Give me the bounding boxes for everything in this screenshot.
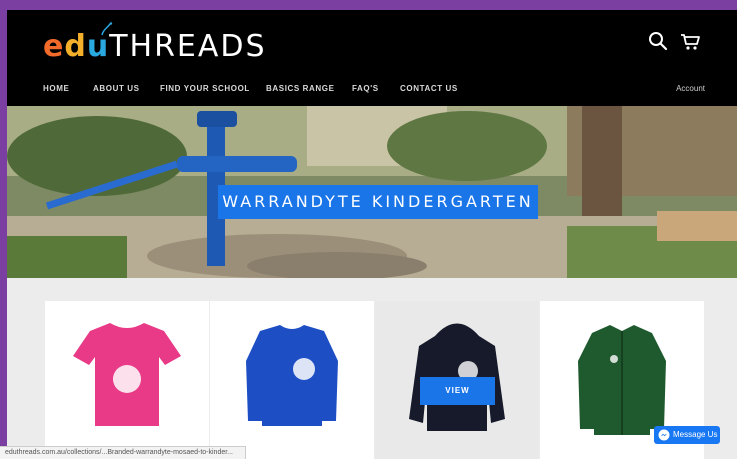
nav-item-about-us[interactable]: ABOUT US	[93, 84, 140, 93]
product-card-black-hoodie[interactable]: VIEW	[375, 301, 539, 459]
account-link[interactable]: Account	[676, 84, 705, 93]
status-bar-url: eduthreads.com.au/collections/...Branded…	[0, 446, 246, 459]
logo-letter-e: e	[43, 29, 65, 64]
logo-letter-d: d	[64, 29, 87, 64]
cart-icon	[681, 34, 700, 50]
hero-title: WARRANDYTE KINDERGARTEN	[218, 185, 538, 219]
messenger-icon	[658, 429, 670, 441]
messenger-chat-button[interactable]: Message Us	[654, 426, 720, 444]
product-grid: VIEW	[7, 278, 737, 459]
product-card-pink-tshirt[interactable]	[45, 301, 209, 459]
needle-thread-icon	[101, 22, 113, 36]
main-navigation: HOME ABOUT US FIND YOUR SCHOOL BASICS RA…	[7, 82, 737, 106]
site-header: eduTHREADS	[7, 10, 737, 82]
logo-text-threads: THREADS	[109, 29, 267, 64]
site-logo[interactable]: eduTHREADS	[43, 32, 267, 62]
pink-tshirt-image	[73, 323, 181, 426]
nav-item-basics-range[interactable]: BASICS RANGE	[266, 84, 335, 93]
hero-banner: WARRANDYTE KINDERGARTEN	[7, 106, 737, 278]
product-card-blue-jumper[interactable]	[210, 301, 374, 459]
nav-item-home[interactable]: HOME	[43, 84, 69, 93]
nav-item-faqs[interactable]: FAQ'S	[352, 84, 379, 93]
cart-button[interactable]	[679, 30, 701, 52]
nav-item-find-your-school[interactable]: FIND YOUR SCHOOL	[160, 84, 250, 93]
view-button[interactable]: VIEW	[420, 377, 495, 405]
search-button[interactable]	[647, 30, 669, 52]
page-frame: eduTHREADS HOME ABOUT US FIND YOUR SCHOO…	[7, 10, 737, 459]
nav-item-contact-us[interactable]: CONTACT US	[400, 84, 458, 93]
messenger-label: Message Us	[673, 430, 718, 439]
blue-jumper-image	[246, 325, 338, 426]
search-icon	[649, 32, 668, 51]
